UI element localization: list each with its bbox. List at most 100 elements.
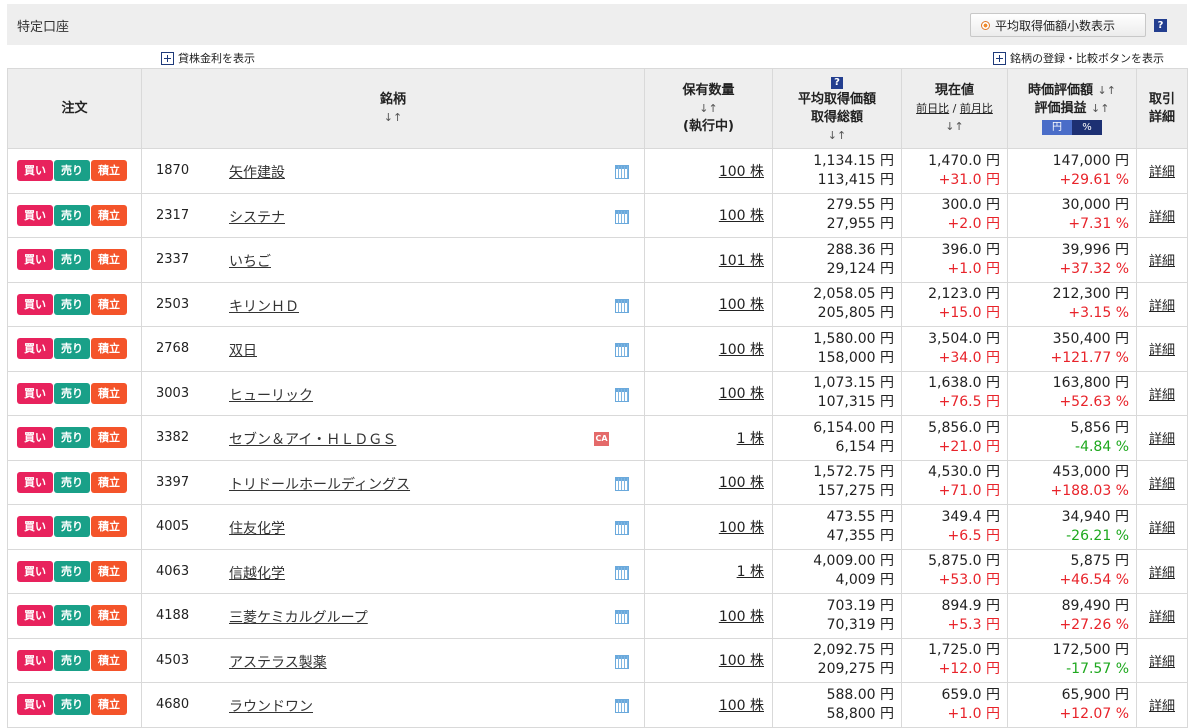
- stock-name-link[interactable]: 双日: [229, 340, 257, 360]
- buy-button[interactable]: 買い: [17, 249, 53, 271]
- header-quantity[interactable]: 保有数量 ↓↑ (執行中): [644, 68, 773, 149]
- calendar-icon[interactable]: [615, 343, 629, 357]
- sort-icon[interactable]: ↓↑: [1091, 102, 1109, 115]
- stock-name-link[interactable]: 住友化学: [229, 518, 285, 538]
- tsumitate-button[interactable]: 積立: [91, 471, 127, 493]
- calendar-icon[interactable]: [615, 699, 629, 713]
- tsumitate-button[interactable]: 積立: [91, 382, 127, 404]
- buy-button[interactable]: 買い: [17, 382, 53, 404]
- quantity-link[interactable]: 100 株: [719, 342, 764, 358]
- buy-button[interactable]: 買い: [17, 516, 53, 538]
- calendar-icon[interactable]: [615, 476, 629, 491]
- stock-name-link[interactable]: トリドールホールディングス: [229, 474, 410, 494]
- show-lending-rate-toggle[interactable]: 貸株金利を表示: [161, 50, 255, 66]
- stock-name-link[interactable]: セブン＆アイ・ＨＬＤＧＳ: [229, 429, 396, 449]
- stock-name-link[interactable]: システナ: [229, 207, 285, 227]
- unit-yen-button[interactable]: 円: [1042, 119, 1072, 135]
- calendar-icon[interactable]: [615, 165, 629, 179]
- quantity-link[interactable]: 100 株: [719, 164, 764, 180]
- buy-button[interactable]: 買い: [17, 605, 53, 627]
- quantity-link[interactable]: 1 株: [737, 564, 764, 580]
- calendar-icon[interactable]: [615, 387, 629, 402]
- detail-link[interactable]: 詳細: [1149, 655, 1175, 670]
- tsumitate-button[interactable]: 積立: [91, 160, 127, 182]
- sell-button[interactable]: 売り: [54, 382, 90, 404]
- sell-button[interactable]: 売り: [54, 249, 90, 271]
- quantity-link[interactable]: 100 株: [719, 653, 764, 669]
- sort-icon[interactable]: ↓↑: [773, 127, 901, 145]
- stock-name-link[interactable]: ラウンドワン: [229, 696, 313, 716]
- detail-link[interactable]: 詳細: [1149, 699, 1175, 714]
- prev-day-link[interactable]: 前日比: [916, 102, 949, 115]
- sell-button[interactable]: 売り: [54, 516, 90, 538]
- detail-link[interactable]: 詳細: [1149, 477, 1175, 492]
- quantity-link[interactable]: 100 株: [719, 475, 764, 491]
- show-register-compare-toggle[interactable]: 銘柄の登録・比較ボタンを表示: [993, 50, 1164, 66]
- tsumitate-button[interactable]: 積立: [91, 516, 127, 538]
- detail-link[interactable]: 詳細: [1149, 299, 1175, 314]
- prev-month-link[interactable]: 前月比: [960, 102, 993, 115]
- quantity-link[interactable]: 100 株: [719, 297, 764, 313]
- buy-button[interactable]: 買い: [17, 649, 53, 671]
- detail-link[interactable]: 詳細: [1149, 388, 1175, 403]
- quantity-link[interactable]: 100 株: [719, 520, 764, 536]
- calendar-icon[interactable]: [615, 521, 629, 535]
- buy-button[interactable]: 買い: [17, 338, 53, 360]
- sort-icon[interactable]: ↓↑: [1098, 84, 1116, 97]
- tsumitate-button[interactable]: 積立: [91, 694, 127, 716]
- sell-button[interactable]: 売り: [54, 160, 90, 182]
- calendar-icon[interactable]: [615, 209, 629, 224]
- detail-link[interactable]: 詳細: [1149, 210, 1175, 225]
- tsumitate-button[interactable]: 積立: [91, 204, 127, 226]
- sell-button[interactable]: 売り: [54, 338, 90, 360]
- tsumitate-button[interactable]: 積立: [91, 649, 127, 671]
- stock-name-link[interactable]: キリンＨＤ: [229, 296, 299, 316]
- stock-name-link[interactable]: アステラス製薬: [229, 652, 327, 672]
- detail-link[interactable]: 詳細: [1149, 343, 1175, 358]
- buy-button[interactable]: 買い: [17, 160, 53, 182]
- detail-link[interactable]: 詳細: [1149, 432, 1175, 447]
- tsumitate-button[interactable]: 積立: [91, 427, 127, 449]
- calendar-icon[interactable]: [615, 654, 629, 669]
- tsumitate-button[interactable]: 積立: [91, 560, 127, 582]
- stock-name-link[interactable]: 三菱ケミカルグループ: [229, 607, 368, 627]
- sell-button[interactable]: 売り: [54, 649, 90, 671]
- quantity-link[interactable]: 1 株: [737, 431, 764, 447]
- detail-link[interactable]: 詳細: [1149, 566, 1175, 581]
- quantity-link[interactable]: 100 株: [719, 609, 764, 625]
- calendar-icon[interactable]: [615, 610, 629, 624]
- stock-name-link[interactable]: いちご: [229, 251, 271, 271]
- stock-name-link[interactable]: 信越化学: [229, 563, 285, 583]
- sort-icon[interactable]: ↓↑: [142, 109, 644, 127]
- ca-icon[interactable]: CA: [594, 432, 609, 446]
- tsumitate-button[interactable]: 積立: [91, 605, 127, 627]
- sort-icon[interactable]: ↓↑: [902, 118, 1007, 136]
- sort-icon[interactable]: ↓↑: [645, 100, 772, 118]
- buy-button[interactable]: 買い: [17, 427, 53, 449]
- tsumitate-button[interactable]: 積立: [91, 249, 127, 271]
- detail-link[interactable]: 詳細: [1149, 610, 1175, 625]
- buy-button[interactable]: 買い: [17, 293, 53, 315]
- buy-button[interactable]: 買い: [17, 694, 53, 716]
- calendar-icon[interactable]: [615, 565, 629, 580]
- detail-link[interactable]: 詳細: [1149, 521, 1175, 536]
- unit-percent-button[interactable]: %: [1072, 119, 1102, 135]
- buy-button[interactable]: 買い: [17, 471, 53, 493]
- sell-button[interactable]: 売り: [54, 427, 90, 449]
- detail-link[interactable]: 詳細: [1149, 165, 1175, 180]
- tsumitate-button[interactable]: 積立: [91, 293, 127, 315]
- buy-button[interactable]: 買い: [17, 204, 53, 226]
- sell-button[interactable]: 売り: [54, 605, 90, 627]
- header-brand[interactable]: 銘柄 ↓↑: [141, 68, 645, 149]
- sell-button[interactable]: 売り: [54, 293, 90, 315]
- sell-button[interactable]: 売り: [54, 560, 90, 582]
- help-icon[interactable]: ?: [831, 76, 843, 89]
- tsumitate-button[interactable]: 積立: [91, 338, 127, 360]
- calendar-icon[interactable]: [615, 298, 629, 313]
- quantity-link[interactable]: 100 株: [719, 698, 764, 714]
- quantity-link[interactable]: 101 株: [719, 253, 764, 269]
- quantity-link[interactable]: 100 株: [719, 386, 764, 402]
- quantity-link[interactable]: 100 株: [719, 208, 764, 224]
- detail-link[interactable]: 詳細: [1149, 254, 1175, 269]
- decimal-display-button[interactable]: 平均取得価額小数表示: [970, 13, 1146, 37]
